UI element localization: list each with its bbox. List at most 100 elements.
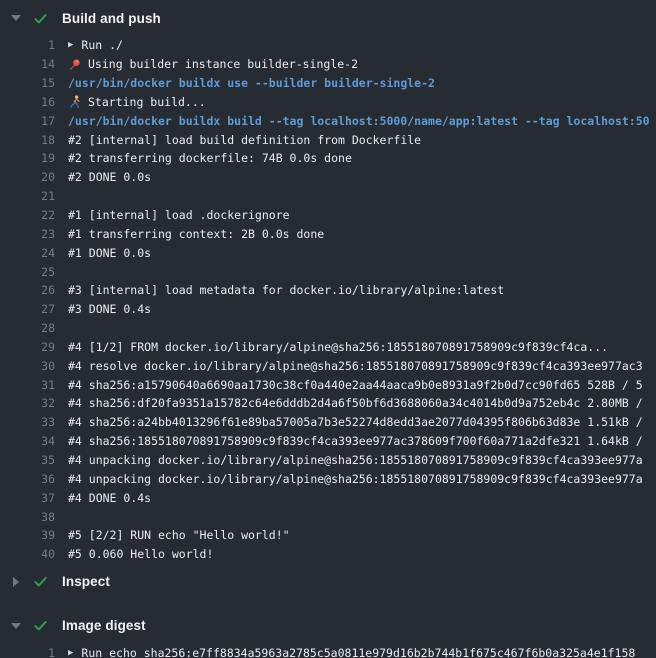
line-number[interactable]: 27: [0, 302, 55, 316]
log-text: #2 [internal] load build definition from…: [55, 133, 656, 147]
group-expander-icon[interactable]: ▶: [68, 649, 73, 658]
line-number[interactable]: 17: [0, 114, 55, 128]
section-header[interactable]: Build and push: [0, 0, 656, 36]
line-number[interactable]: 20: [0, 170, 55, 184]
line-number[interactable]: 35: [0, 453, 55, 467]
log-text: #1 [internal] load .dockerignore: [55, 208, 656, 222]
section-title: Image digest: [62, 618, 146, 633]
log-text: #4 DONE 0.4s: [55, 491, 656, 505]
line-number[interactable]: 39: [0, 528, 55, 542]
line-number[interactable]: 14: [0, 57, 55, 71]
log-line: 20#2 DONE 0.0s: [0, 168, 656, 187]
success-check-icon: [33, 574, 48, 589]
log-text: #5 0.060 Hello world!: [55, 547, 656, 561]
success-check-icon: [33, 11, 48, 26]
line-number[interactable]: 22: [0, 208, 55, 222]
line-number[interactable]: 32: [0, 396, 55, 410]
log-lines: 1▶Run ./14Using builder instance builder…: [0, 36, 656, 564]
log-text: #2 DONE 0.0s: [55, 170, 656, 184]
log-line: 32#4 sha256:df20fa9351a15782c64e6dddb2d4…: [0, 394, 656, 413]
log-text: #1 transferring context: 2B 0.0s done: [55, 227, 656, 241]
line-number[interactable]: 34: [0, 434, 55, 448]
line-number[interactable]: 33: [0, 415, 55, 429]
line-number[interactable]: 24: [0, 246, 55, 260]
log-line: 23#1 transferring context: 2B 0.0s done: [0, 224, 656, 243]
log-line: 34#4 sha256:185518070891758909c9f839cf4c…: [0, 432, 656, 451]
chevron-down-icon: [9, 15, 23, 21]
log-line: 22#1 [internal] load .dockerignore: [0, 206, 656, 225]
line-number[interactable]: 1: [0, 38, 55, 52]
log-text: #4 sha256:a24bb4013296f61e89ba57005a7b3e…: [55, 415, 656, 429]
log-text: #4 [1/2] FROM docker.io/library/alpine@s…: [55, 340, 656, 354]
log-text: Using builder instance builder-single-2: [55, 57, 656, 71]
runner-icon: [68, 95, 81, 108]
line-number[interactable]: 26: [0, 283, 55, 297]
line-number[interactable]: 40: [0, 547, 55, 561]
log-line: 30#4 resolve docker.io/library/alpine@sh…: [0, 356, 656, 375]
log-lines: 1▶Run echo sha256:e7ff8834a5963a2785c5a0…: [0, 644, 656, 658]
log-line: 31#4 sha256:a15790640a6690aa1730c38cf0a4…: [0, 375, 656, 394]
log-text: #4 sha256:a15790640a6690aa1730c38cf0a440…: [55, 378, 656, 392]
section-header[interactable]: Inspect: [0, 564, 656, 600]
log-line: 40#5 0.060 Hello world!: [0, 545, 656, 564]
log-text: #1 DONE 0.0s: [55, 246, 656, 260]
line-number[interactable]: 21: [0, 189, 55, 203]
log-line: 1▶Run ./: [0, 36, 656, 55]
log-line: 26#3 [internal] load metadata for docker…: [0, 281, 656, 300]
log-line: 16Starting build...: [0, 93, 656, 112]
line-number[interactable]: 19: [0, 151, 55, 165]
log-section-inspect: Inspect: [0, 564, 656, 600]
log-line: 35#4 unpacking docker.io/library/alpine@…: [0, 451, 656, 470]
log-line: 18#2 [internal] load build definition fr…: [0, 130, 656, 149]
log-text: #3 DONE 0.4s: [55, 302, 656, 316]
log-text: #3 [internal] load metadata for docker.i…: [55, 283, 656, 297]
log-line: 36#4 unpacking docker.io/library/alpine@…: [0, 469, 656, 488]
log-text: #4 sha256:185518070891758909c9f839cf4ca3…: [55, 434, 656, 448]
line-number[interactable]: 36: [0, 472, 55, 486]
line-number[interactable]: 1: [0, 646, 55, 658]
log-line: 19#2 transferring dockerfile: 74B 0.0s d…: [0, 149, 656, 168]
line-number[interactable]: 29: [0, 340, 55, 354]
line-number[interactable]: 28: [0, 321, 55, 335]
log-text-command: /usr/bin/docker buildx use --builder bui…: [55, 76, 656, 90]
line-number[interactable]: 18: [0, 133, 55, 147]
success-check-icon: [33, 618, 48, 633]
log-line: 37#4 DONE 0.4s: [0, 488, 656, 507]
line-number[interactable]: 23: [0, 227, 55, 241]
section-header[interactable]: Image digest: [0, 608, 656, 644]
log-text-command: /usr/bin/docker buildx build --tag local…: [55, 114, 656, 128]
line-number[interactable]: 31: [0, 378, 55, 392]
log-line: 15/usr/bin/docker buildx use --builder b…: [0, 74, 656, 93]
line-number[interactable]: 25: [0, 265, 55, 279]
log-line: 21: [0, 187, 656, 206]
log-section-build-and-push: Build and push1▶Run ./14Using builder in…: [0, 0, 656, 564]
chevron-right-icon: [9, 577, 23, 587]
log-line: 38: [0, 507, 656, 526]
workflow-log-viewer: Build and push1▶Run ./14Using builder in…: [0, 0, 656, 658]
log-text: #4 resolve docker.io/library/alpine@sha2…: [55, 359, 656, 373]
log-line: 39#5 [2/2] RUN echo "Hello world!": [0, 526, 656, 545]
log-line: 25: [0, 262, 656, 281]
log-line: 14Using builder instance builder-single-…: [0, 55, 656, 74]
log-text: Starting build...: [55, 95, 656, 109]
log-line: 24#1 DONE 0.0s: [0, 243, 656, 262]
log-text: #5 [2/2] RUN echo "Hello world!": [55, 528, 656, 542]
line-number[interactable]: 37: [0, 491, 55, 505]
section-title: Build and push: [62, 11, 161, 26]
group-expander-icon[interactable]: ▶: [68, 41, 73, 50]
log-line: 17/usr/bin/docker buildx build --tag loc…: [0, 111, 656, 130]
log-section-image-digest: Image digest 1▶Run echo sha256:e7ff8834a5…: [0, 608, 656, 658]
log-text: ▶Run echo sha256:e7ff8834a5963a2785c5a08…: [55, 646, 656, 658]
log-line: 28: [0, 319, 656, 338]
pushpin-icon: [68, 58, 81, 71]
log-line: 27#3 DONE 0.4s: [0, 300, 656, 319]
line-number[interactable]: 30: [0, 359, 55, 373]
log-line: 29#4 [1/2] FROM docker.io/library/alpine…: [0, 338, 656, 357]
log-line: 33#4 sha256:a24bb4013296f61e89ba57005a7b…: [0, 413, 656, 432]
log-text: #4 unpacking docker.io/library/alpine@sh…: [55, 453, 656, 467]
line-number[interactable]: 16: [0, 95, 55, 109]
line-number[interactable]: 15: [0, 76, 55, 90]
log-text: #2 transferring dockerfile: 74B 0.0s don…: [55, 151, 656, 165]
section-title: Inspect: [62, 574, 110, 589]
line-number[interactable]: 38: [0, 510, 55, 524]
